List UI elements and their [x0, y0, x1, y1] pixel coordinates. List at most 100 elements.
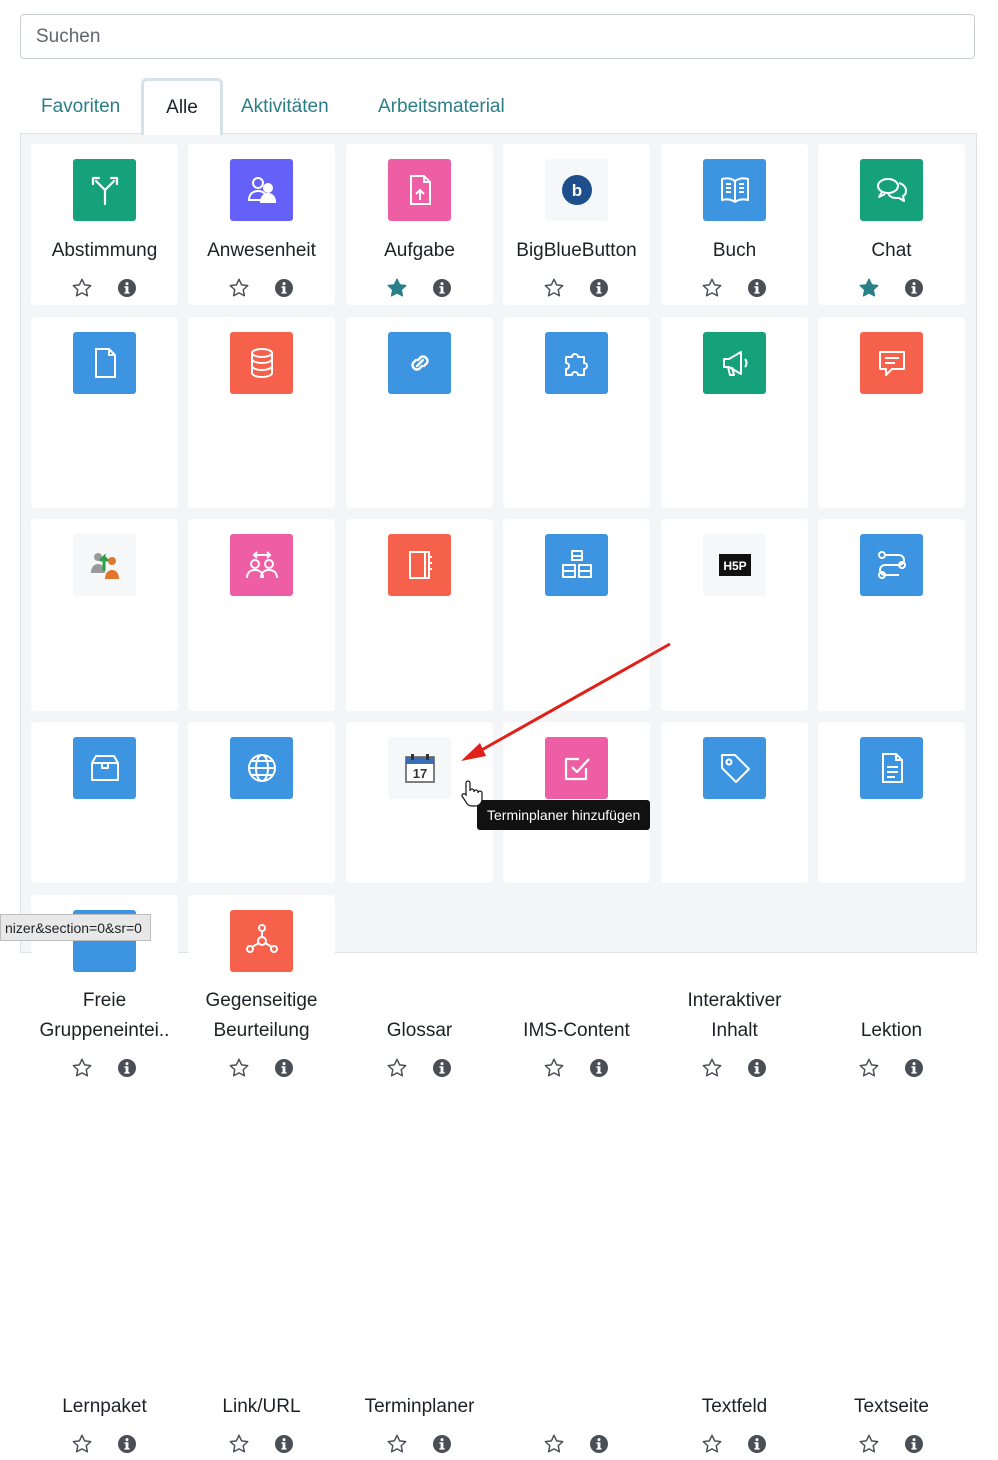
- search-input[interactable]: [20, 14, 975, 59]
- module-card-datenbank[interactable]: Datenbank: [188, 317, 335, 673]
- module-card-terminplaner[interactable]: 17 Terminplaner: [346, 722, 493, 1453]
- tag-icon: [703, 737, 766, 799]
- tab-bar: Favoriten Alle Aktivitäten Arbeitsmateri…: [20, 78, 977, 135]
- tab-arbeitsmaterial[interactable]: Arbeitsmaterial: [378, 78, 505, 134]
- forum-icon: [860, 332, 923, 394]
- module-label: Glossar: [386, 1020, 453, 1041]
- module-actions: [31, 1433, 178, 1457]
- assignment-icon: [388, 159, 451, 221]
- ims-icon: [545, 534, 608, 596]
- module-actions: [188, 1057, 335, 1081]
- star-icon[interactable]: [701, 277, 723, 299]
- chat-icon: [860, 159, 923, 221]
- module-label-line: Gegenseitige: [205, 990, 318, 1011]
- module-label-line: Inhalt: [711, 1020, 758, 1041]
- info-icon[interactable]: [747, 1434, 767, 1454]
- module-label: Buch: [712, 240, 757, 261]
- module-card-item-25[interactable]: [188, 895, 335, 972]
- module-card-abstimmung[interactable]: Abstimmung: [31, 144, 178, 305]
- tab-aktivitaeten[interactable]: Aktivitäten: [241, 78, 329, 134]
- glossary-icon: [388, 534, 451, 596]
- attendance-icon: [230, 159, 293, 221]
- module-label: Aufgabe: [384, 240, 455, 261]
- module-card-anwesenheit[interactable]: Anwesenheit: [188, 144, 335, 305]
- info-icon[interactable]: [904, 1058, 924, 1078]
- module-card-e-single-sign-on[interactable]: e+ Single Sign-on: [346, 317, 493, 673]
- module-label: Textfeld: [701, 1396, 768, 1417]
- module-card-freie-gruppeneintei[interactable]: Freie Gruppeneintei..: [31, 519, 178, 1077]
- puzzle-icon: [545, 332, 608, 394]
- module-card-lektion[interactable]: Lektion: [818, 519, 965, 1077]
- star-filled-icon[interactable]: [386, 277, 408, 299]
- star-icon[interactable]: [228, 277, 250, 299]
- checkbox-icon: [545, 737, 608, 799]
- star-icon[interactable]: [543, 1433, 565, 1455]
- tab-alle[interactable]: Alle: [141, 78, 223, 135]
- info-icon[interactable]: [747, 1058, 767, 1078]
- info-icon[interactable]: [747, 278, 767, 298]
- star-icon[interactable]: [71, 277, 93, 299]
- workshop-icon: [230, 534, 293, 596]
- module-card-datei[interactable]: Datei: [31, 317, 178, 673]
- star-icon[interactable]: [228, 1433, 250, 1455]
- module-card-buch[interactable]: Buch: [661, 144, 808, 305]
- module-card-lernpaket[interactable]: Lernpaket: [31, 722, 178, 1453]
- module-actions: [503, 1057, 650, 1081]
- module-card-bigbluebutton[interactable]: b BigBlueButton: [503, 144, 650, 305]
- h5p-icon: H5P: [703, 534, 766, 596]
- module-card-glossar[interactable]: Glossar: [346, 519, 493, 1077]
- star-icon[interactable]: [858, 1433, 880, 1455]
- module-card-chat[interactable]: Chat: [818, 144, 965, 305]
- info-icon[interactable]: [117, 278, 137, 298]
- module-label: Abstimmung: [51, 240, 158, 261]
- star-icon[interactable]: [543, 1057, 565, 1079]
- info-icon[interactable]: [589, 278, 609, 298]
- module-label-line: Interaktiver: [687, 990, 782, 1011]
- module-card-forum[interactable]: Forum: [818, 317, 965, 673]
- info-icon[interactable]: [274, 278, 294, 298]
- info-icon[interactable]: [432, 278, 452, 298]
- module-label: Interaktiver Inhalt: [661, 986, 808, 1046]
- module-label: Link/URL: [222, 1396, 301, 1417]
- module-actions: [661, 1057, 808, 1081]
- tab-favoriten[interactable]: Favoriten: [41, 78, 120, 134]
- module-card-textfeld[interactable]: Textfeld: [661, 722, 808, 1453]
- info-icon[interactable]: [117, 1434, 137, 1454]
- module-card-interaktiver-inhalt[interactable]: H5P Interaktiver Inhalt: [661, 519, 808, 1077]
- info-icon[interactable]: [274, 1434, 294, 1454]
- info-icon[interactable]: [432, 1058, 452, 1078]
- module-card-ims-content[interactable]: IMS-Content: [503, 519, 650, 1077]
- module-card-aufgabe[interactable]: Aufgabe: [346, 144, 493, 305]
- info-icon[interactable]: [432, 1434, 452, 1454]
- star-icon[interactable]: [858, 1057, 880, 1079]
- group-selection-icon: [73, 534, 136, 596]
- globe-icon: [230, 737, 293, 799]
- info-icon[interactable]: [589, 1434, 609, 1454]
- info-icon[interactable]: [589, 1058, 609, 1078]
- info-icon[interactable]: [904, 278, 924, 298]
- star-icon[interactable]: [386, 1433, 408, 1455]
- module-card-link-url[interactable]: Link/URL: [188, 722, 335, 1453]
- module-actions: [661, 277, 808, 301]
- star-icon[interactable]: [543, 277, 565, 299]
- module-card-textseite[interactable]: Textseite: [818, 722, 965, 1453]
- module-label: IMS-Content: [523, 1020, 630, 1041]
- module-card-externes-tool[interactable]: Externes Tool: [503, 317, 650, 673]
- megaphone-icon: [703, 332, 766, 394]
- package-icon: [73, 737, 136, 799]
- module-actions: [661, 1433, 808, 1457]
- star-icon[interactable]: [228, 1057, 250, 1079]
- star-icon[interactable]: [701, 1057, 723, 1079]
- module-actions: [346, 1057, 493, 1081]
- info-icon[interactable]: [117, 1058, 137, 1078]
- module-label: Textseite: [854, 1396, 929, 1417]
- module-card-feedback[interactable]: Feedback: [661, 317, 808, 673]
- info-icon[interactable]: [904, 1434, 924, 1454]
- star-icon[interactable]: [71, 1433, 93, 1455]
- star-icon[interactable]: [71, 1057, 93, 1079]
- star-icon[interactable]: [701, 1433, 723, 1455]
- info-icon[interactable]: [274, 1058, 294, 1078]
- star-filled-icon[interactable]: [858, 277, 880, 299]
- module-card-gegenseitige-beurteilung[interactable]: Gegenseitige Beurteilung: [188, 519, 335, 1077]
- star-icon[interactable]: [386, 1057, 408, 1079]
